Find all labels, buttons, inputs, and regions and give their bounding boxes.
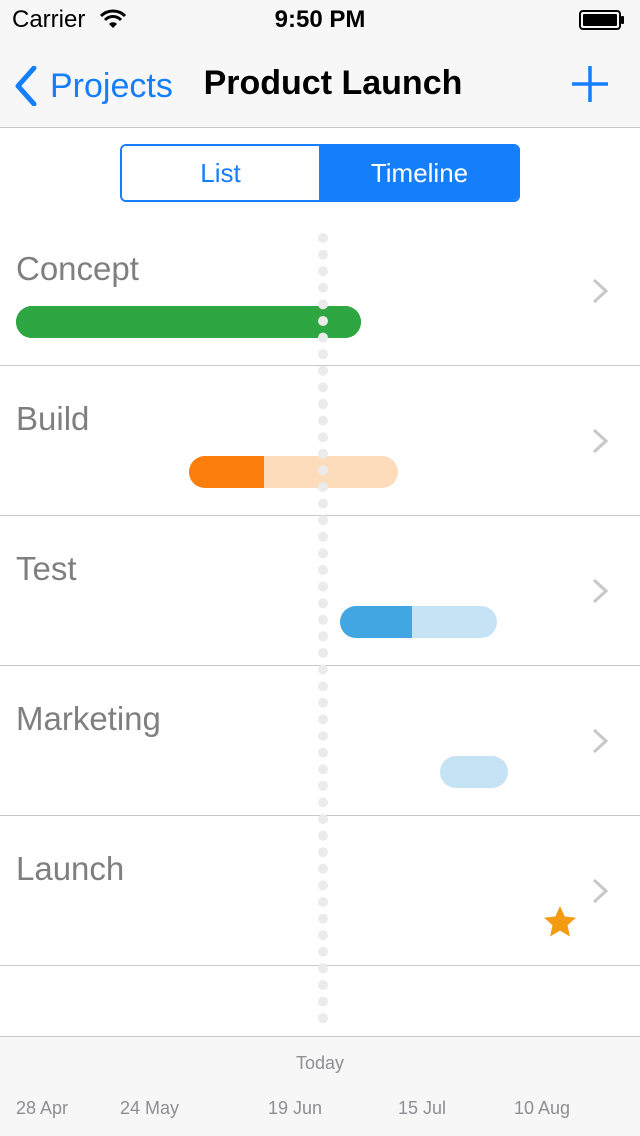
axis-date-label: 28 Apr [16,1098,69,1118]
today-marker-dot [318,780,328,791]
today-marker-dot [318,316,328,326]
chevron-right-icon [592,578,609,604]
gantt-bar-build [189,456,398,488]
today-label: Today [295,1053,345,1073]
phase-label: Marketing [16,700,161,737]
today-marker-dot [318,365,328,376]
segment-timeline[interactable]: Timeline [321,146,518,200]
today-marker-dot [318,830,328,841]
today-marker-dot [318,598,328,609]
today-marker-dot [318,465,328,476]
today-marker-dot [318,764,328,775]
today-marker-dot [318,498,328,509]
gantt-bar-marketing [440,756,508,788]
today-marker-dot [318,797,328,808]
today-marker-dot [318,863,328,874]
today-marker-dot [318,814,328,824]
chevron-right-icon [592,428,609,454]
gantt-bar-progress [189,456,265,488]
today-marker-dot [318,963,328,974]
today-marker-dot [318,980,328,990]
today-marker-dot [318,565,328,575]
axis-date-label: 15 Jul [398,1098,447,1118]
today-marker-line [318,233,328,1024]
page-title: Product Launch [203,64,463,102]
chevron-right-icon [592,878,609,904]
today-marker-dot [318,1013,328,1024]
status-bar: Carrier 9:50 PM [0,0,640,40]
clock: 9:50 PM [274,6,366,33]
today-marker-dot [318,282,328,293]
phase-label: Test [16,550,77,587]
today-marker-dot [318,432,328,443]
gantt-bar-concept [16,306,361,338]
navigation-bar: Projects Product Launch [0,40,640,128]
segment-list[interactable]: List [122,146,321,200]
today-marker-dot [318,747,328,758]
axis-date-label: 10 Aug [514,1098,571,1118]
today-marker-dot [318,382,328,393]
star-icon [544,906,576,937]
today-marker-dot [318,415,328,426]
timeline-axis: Today 28 Apr 24 May 19 Jun 15 Jul 10 Aug [0,1036,640,1136]
today-marker-dot [318,714,328,725]
today-marker-dot [318,697,328,708]
axis-date-label: 24 May [120,1098,180,1118]
today-marker-dot [318,631,328,642]
today-marker-dot [318,648,328,658]
gantt-bar-progress [340,606,413,638]
plus-icon[interactable] [568,62,612,106]
today-marker-dot [318,996,328,1007]
gantt-bar-progress [16,306,361,338]
today-marker-dot [318,731,328,741]
today-marker-dot [318,614,328,625]
chevron-left-icon [15,66,37,106]
back-button[interactable]: Projects [14,64,173,108]
gantt-bar-test [340,606,497,638]
phase-label: Launch [16,850,125,887]
today-marker-dot [318,515,328,526]
axis-date-label: 19 Jun [268,1098,323,1118]
today-marker-dot [318,880,328,891]
today-marker-dot [318,681,328,692]
today-marker-dot [318,266,328,277]
today-marker-dot [318,913,328,924]
today-marker-dot [318,349,328,360]
today-marker-dot [318,233,328,243]
today-marker-dot [318,897,328,907]
today-marker-dot [318,664,328,675]
today-marker-dot [318,482,328,492]
today-marker-dot [318,448,328,459]
today-marker-dot [318,531,328,542]
chevron-right-icon [592,728,609,754]
battery-icon [579,10,624,30]
today-marker-dot [318,299,328,310]
today-marker-dot [318,548,328,559]
today-marker-dot [318,847,328,858]
view-segmented-control: List Timeline [120,144,520,202]
today-marker-dot [318,930,328,941]
chevron-right-icon [592,278,609,304]
phase-label: Concept [16,250,139,287]
phase-label: Build [16,400,90,437]
today-marker-dot [318,946,328,957]
today-marker-dot [318,249,328,260]
today-marker-dot [318,399,328,409]
today-marker-dot [318,581,328,592]
today-marker-dot [318,332,328,343]
